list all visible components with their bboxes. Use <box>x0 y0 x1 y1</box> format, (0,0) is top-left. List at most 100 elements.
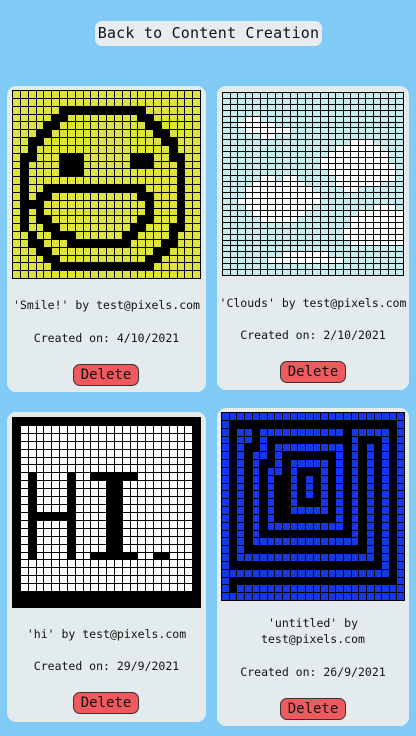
pixel-cell <box>138 239 146 247</box>
pixel-cell <box>169 98 177 106</box>
pixel-cell <box>305 546 313 553</box>
pixel-cell <box>267 499 275 506</box>
pixel-cell <box>373 98 381 104</box>
pixel-cell <box>99 177 106 184</box>
pixel-cell <box>230 98 238 104</box>
pixel-cell <box>44 192 52 200</box>
back-to-content-creation-button[interactable]: Back to Content Creation <box>95 21 322 46</box>
pixel-cell <box>336 585 343 593</box>
pixel-cell <box>275 546 282 553</box>
pixel-cell <box>313 546 321 553</box>
pixel-cell <box>321 499 328 506</box>
pixel-cell <box>60 185 67 192</box>
delete-button[interactable]: Delete <box>73 692 139 714</box>
pixel-cell <box>359 460 366 467</box>
pixel-cell <box>107 169 114 177</box>
pixel-cell <box>185 192 193 200</box>
pixel-cell <box>193 255 200 263</box>
pixel-cell <box>67 145 75 153</box>
pixel-cell <box>122 130 130 137</box>
pixel-cell <box>343 258 351 264</box>
pixel-cell <box>245 240 253 246</box>
pixel-cell <box>328 554 336 561</box>
pixel-cell <box>99 457 106 465</box>
pixel-cell <box>107 255 114 263</box>
pixel-cell <box>253 199 260 205</box>
pixel-cell <box>328 444 336 452</box>
pixel-cell <box>13 528 20 536</box>
pixel-cell <box>283 134 290 140</box>
pixel-cell <box>336 514 343 522</box>
pixel-cell <box>260 522 267 530</box>
pixel-cell <box>321 593 328 600</box>
pixel-cell <box>130 600 138 607</box>
pixel-cell <box>154 584 161 592</box>
pixel-cell <box>60 122 67 130</box>
pixel-cell <box>223 234 230 240</box>
delete-button[interactable]: Delete <box>73 364 139 386</box>
pixel-cell <box>283 240 290 246</box>
pixel-cell <box>75 457 83 465</box>
pixel-cell <box>230 240 238 246</box>
pixel-cell <box>388 187 396 193</box>
pixel-cell <box>20 512 28 520</box>
pixel-cell <box>91 208 99 216</box>
pixel-cell <box>193 520 200 528</box>
pixel-cell <box>60 449 67 457</box>
pixel-cell <box>321 413 328 420</box>
pixel-cell <box>193 441 200 449</box>
pixel-cell <box>130 489 138 497</box>
pixel-cell <box>382 420 389 428</box>
pixel-cell <box>382 436 389 444</box>
pixel-cell <box>154 544 161 552</box>
pixel-cell <box>260 175 268 181</box>
pixel-cell <box>328 530 336 538</box>
pixel-cell <box>344 577 351 585</box>
pixel-cell <box>366 93 373 98</box>
pixel-cell <box>351 110 358 116</box>
pixel-cell <box>397 561 404 569</box>
pixel-cell <box>114 232 122 239</box>
pixel-cell <box>28 505 36 512</box>
pixel-cell <box>122 418 130 425</box>
pixel-cell <box>397 436 404 444</box>
pixel-cell <box>321 530 328 538</box>
pixel-cell <box>381 240 388 246</box>
pixel-cell <box>321 234 328 240</box>
pixel-cell <box>52 177 59 184</box>
pixel-cell <box>238 93 245 98</box>
pixel-cell <box>75 512 83 520</box>
delete-button[interactable]: Delete <box>280 698 346 720</box>
pixel-cell <box>223 264 230 270</box>
pixel-cell <box>138 528 146 536</box>
pixel-art-thumbnail[interactable] <box>12 90 201 279</box>
pixel-cell <box>130 544 138 552</box>
pixel-cell <box>260 264 268 270</box>
pixel-cell <box>290 428 298 436</box>
delete-button[interactable]: Delete <box>280 361 346 383</box>
pixel-art-thumbnail[interactable] <box>12 417 201 608</box>
pixel-cell <box>75 232 83 239</box>
pixel-cell <box>161 489 169 497</box>
pixel-cell <box>20 98 28 106</box>
pixel-cell <box>67 177 75 184</box>
pixel-cell <box>146 130 153 137</box>
pixel-cell <box>161 192 169 200</box>
pixel-cell <box>177 505 185 512</box>
pixel-cell <box>161 122 169 130</box>
pixel-cell <box>44 560 52 568</box>
pixel-cell <box>343 152 351 157</box>
pixel-cell <box>373 228 381 234</box>
pixel-art-thumbnail[interactable] <box>221 412 405 601</box>
pixel-cell <box>154 114 161 122</box>
pixel-cell <box>75 584 83 592</box>
pixel-cell <box>28 497 36 505</box>
pixel-cell <box>91 247 99 255</box>
pixel-cell <box>52 600 59 607</box>
pixel-cell <box>290 530 298 538</box>
pixel-cell <box>313 211 321 216</box>
pixel-cell <box>193 232 200 239</box>
pixel-cell <box>343 270 351 275</box>
pixel-art-thumbnail[interactable] <box>222 92 404 276</box>
pixel-cell <box>83 552 91 560</box>
